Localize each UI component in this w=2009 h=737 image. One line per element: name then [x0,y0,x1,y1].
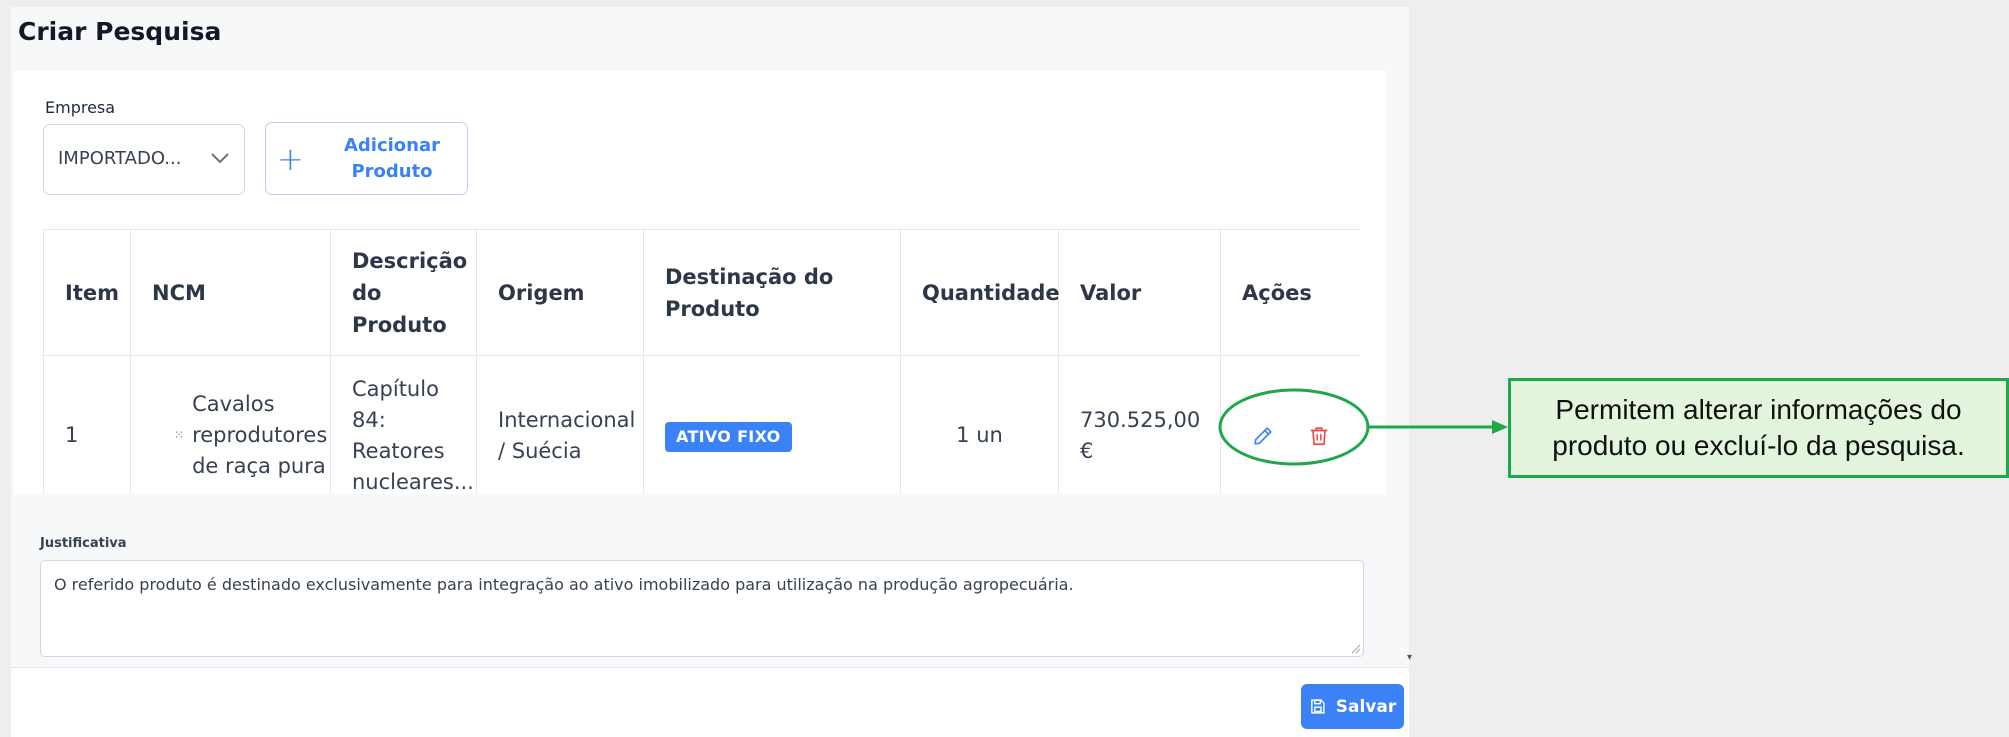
column-header: Destinação do Produto [643,229,901,356]
column-header: Item [43,229,131,356]
cell-quantidade: 1 un [900,355,1059,494]
cell-item: 1 [43,355,131,494]
annotation-callout: Permitem alterar informações do produto … [1508,378,2009,478]
column-header: Quantidade [900,229,1060,356]
ncm-text: Cavalos reprodutores de raça pura [192,392,328,478]
annotation-text: Permitem alterar informações do produto … [1552,394,1965,461]
justificativa-label: Justificativa [40,536,127,551]
save-disk-icon [1310,699,1325,714]
cell-ncm: ⁙ Cavalos reprodutores de raça pura [130,355,331,494]
cell-origem: Internacional / Suécia [476,355,644,494]
table-header-row: Item NCM Descrição do Produto Origem Des… [43,229,1360,356]
save-label: Salvar [1335,696,1397,717]
empresa-select[interactable]: IMPORTADO... [43,124,245,195]
cell-acoes [1220,355,1360,494]
add-product-label: Adicionar Produto [343,135,441,182]
products-table-wrapper[interactable]: Item NCM Descrição do Produto Origem Des… [43,229,1360,494]
resize-handle-icon[interactable] [1349,642,1361,654]
empresa-select-value: IMPORTADO... [58,148,182,169]
empresa-label: Empresa [45,98,116,117]
justificativa-text: O referido produto é destinado exclusiva… [54,575,1074,594]
add-product-button[interactable]: + Adicionar Produto [265,122,468,195]
cell-valor: 730.525,00 € [1058,355,1221,494]
modal-footer [11,668,1409,737]
form-card: Empresa IMPORTADO... + Adicionar Produto [14,71,1385,494]
create-survey-modal: Criar Pesquisa Empresa IMPORTADO... + Ad… [11,7,1413,737]
column-header: NCM [130,229,331,356]
column-header: Origem [476,229,644,356]
save-button[interactable]: Salvar [1301,684,1404,729]
table-row: 1 ⁙ Cavalos reprodutores de raça pura Ca… [43,355,1360,494]
products-table: Item NCM Descrição do Produto Origem Des… [43,229,1360,494]
plus-icon: + [277,140,304,178]
justificativa-textarea[interactable]: O referido produto é destinado exclusiva… [40,560,1364,657]
edit-pencil-icon[interactable] [1252,425,1274,447]
arrowhead-icon [1492,420,1508,434]
cell-descricao: Capítulo 84: Reatores nucleares... [330,355,477,494]
trash-icon[interactable] [1308,425,1330,447]
column-header: Valor [1058,229,1221,356]
column-header: Ações [1220,229,1360,356]
chevron-down-icon [211,153,229,164]
scroll-indicator-icon: ▾ [1407,652,1413,663]
cell-destinacao: ATIVO FIXO [643,355,901,494]
column-header: Descrição do Produto [330,229,477,356]
page: Criar Pesquisa Empresa IMPORTADO... + Ad… [0,0,2009,737]
destination-badge: ATIVO FIXO [665,421,792,452]
modal-title: Criar Pesquisa [18,17,222,46]
drag-handle-icon: ⁙ [174,428,185,442]
